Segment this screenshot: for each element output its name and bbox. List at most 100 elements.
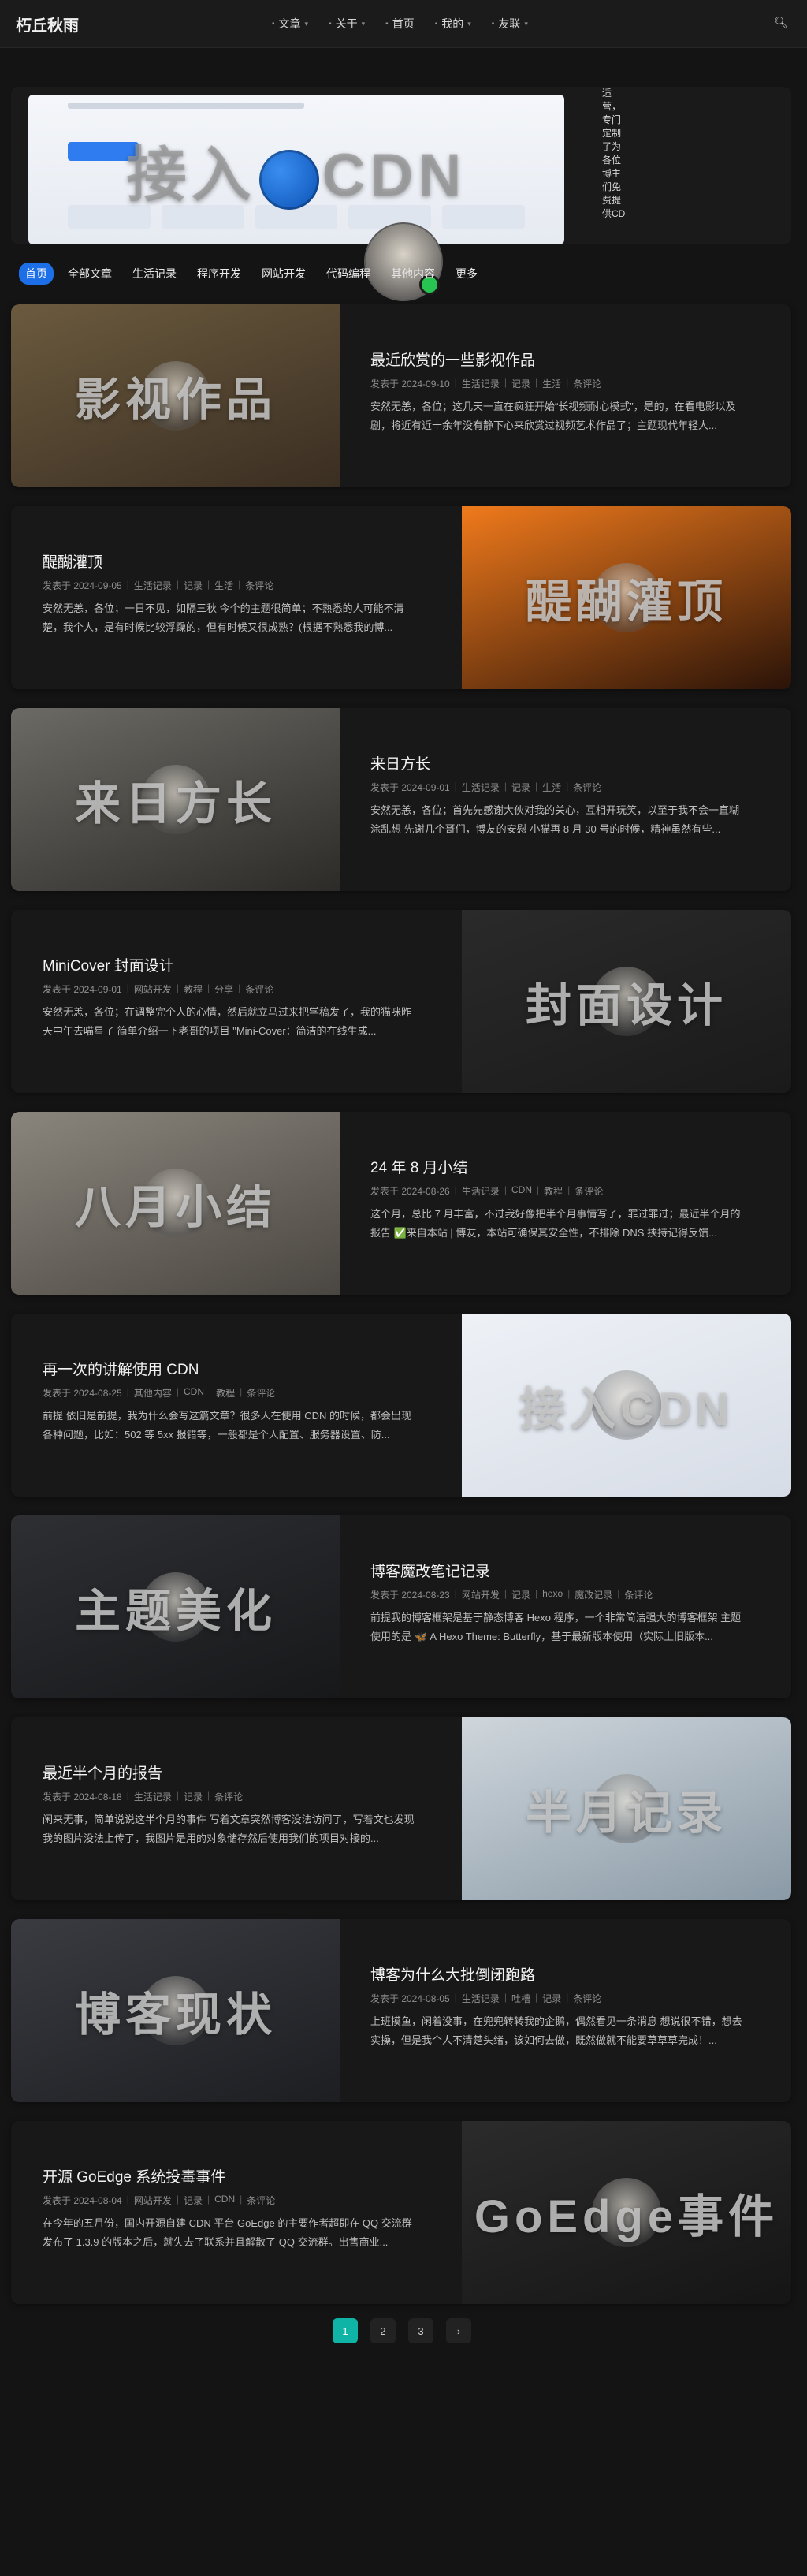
post-meta-item[interactable]: 教程 <box>216 1386 235 1400</box>
post-meta-item[interactable]: 条评论 <box>573 377 601 390</box>
post-title[interactable]: 醍醐灌顶 <box>43 550 102 572</box>
post-cover-image[interactable]: 八月小结 <box>11 1112 340 1295</box>
meta-separator: | <box>535 1588 538 1599</box>
meta-separator: | <box>454 1992 457 2003</box>
post-meta-item[interactable]: CDN <box>511 1184 532 1198</box>
post-meta-item[interactable]: 条评论 <box>573 781 601 794</box>
post-cover-image[interactable]: 影视作品 <box>11 304 340 487</box>
post-card[interactable]: 八月小结 24 年 8 月小结 发表于 2024-08-26 | 生活记录 | CDN | 教程… <box>11 1112 791 1295</box>
post-meta-item[interactable]: 记录 <box>184 1790 203 1803</box>
post-card[interactable]: GoEdge事件 开源 GoEdge 系统投毒事件 发表于 2024-08-04 | 网… <box>11 2121 791 2304</box>
post-cover-image[interactable]: 半月记录 <box>462 1717 791 1900</box>
nav-item-1[interactable]: ▪ 文章 ▾ <box>272 16 308 32</box>
tab-7[interactable]: 其他内容 <box>385 263 441 285</box>
post-card[interactable]: 来日方长 来日方长 发表于 2024-09-01 | 生活记录 | 记录 | 生活 | 条评论 安然无… <box>11 708 791 891</box>
post-meta-item[interactable]: 其他内容 <box>134 1386 172 1400</box>
meta-separator: | <box>454 1184 457 1195</box>
post-card[interactable]: 主题美化 博客魔改笔记记录 发表于 2024-08-23 | 网站开发 | 记录 | hexo |… <box>11 1515 791 1698</box>
tab-8[interactable]: 更多 <box>449 263 484 285</box>
post-cover-image[interactable]: 来日方长 <box>11 708 340 891</box>
tab-2[interactable]: 全部文章 <box>61 263 118 285</box>
post-meta-item[interactable]: 生活 <box>214 579 233 592</box>
post-meta-item[interactable]: 网站开发 <box>134 2194 172 2207</box>
post-meta-item[interactable]: 条评论 <box>245 982 273 996</box>
globe-icon <box>258 149 319 210</box>
post-title[interactable]: 开源 GoEdge 系统投毒事件 <box>43 2165 225 2186</box>
post-meta-item[interactable]: 魔改记录 <box>575 1588 612 1601</box>
post-meta-item[interactable]: 吐槽 <box>511 1992 530 2005</box>
post-cover-image[interactable]: 接入CDN <box>462 1314 791 1497</box>
post-meta-item[interactable]: 条评论 <box>247 2194 275 2207</box>
post-meta-item[interactable]: 分享 <box>214 982 233 996</box>
nav-item-4[interactable]: ▪ 我的 ▾ <box>435 16 471 32</box>
post-meta-item[interactable]: 记录 <box>511 377 530 390</box>
post-meta-item[interactable]: 生活 <box>542 781 561 794</box>
post-meta-item[interactable]: 生活记录 <box>462 1992 500 2005</box>
post-meta-item[interactable]: 教程 <box>184 982 203 996</box>
post-cover-image[interactable]: 博客现状 <box>11 1919 340 2102</box>
post-meta-item[interactable]: 记录 <box>542 1992 561 2005</box>
tab-1[interactable]: 首页 <box>19 263 54 285</box>
post-title[interactable]: 博客为什么大批倒闭跑路 <box>370 1963 535 1985</box>
post-meta-item[interactable]: 记录 <box>511 1588 530 1601</box>
meta-separator: | <box>504 1992 507 2003</box>
author-avatar[interactable] <box>364 222 443 301</box>
page-button-2[interactable]: 2 <box>370 2318 396 2343</box>
post-meta-item[interactable]: 生活记录 <box>462 1184 500 1198</box>
nav-item-2[interactable]: ▪ 关于 ▾ <box>329 16 365 32</box>
post-cover-image[interactable]: 主题美化 <box>11 1515 340 1698</box>
site-title[interactable]: 朽丘秋雨 <box>16 13 79 35</box>
next-page-button[interactable]: › <box>446 2318 471 2343</box>
page-button-1[interactable]: 1 <box>333 2318 358 2343</box>
post-cover-image[interactable]: 醍醐灌顶 <box>462 506 791 689</box>
post-date: 发表于 2024-08-05 <box>370 1993 450 2004</box>
post-card[interactable]: 接入CDN 再一次的讲解使用 CDN 发表于 2024-08-25 | 其他内容 | CDN… <box>11 1314 791 1497</box>
post-meta-item[interactable]: 记录 <box>511 781 530 794</box>
post-meta-item[interactable]: 条评论 <box>247 1386 275 1400</box>
post-meta-item[interactable]: 记录 <box>184 2194 203 2207</box>
search-icon[interactable]: 🔍︎ <box>774 16 788 29</box>
tab-3[interactable]: 生活记录 <box>126 263 183 285</box>
post-meta-item[interactable]: 条评论 <box>214 1790 243 1803</box>
featured-cover-image[interactable]: 接入 CDN <box>28 95 564 244</box>
post-meta-item[interactable]: 条评论 <box>575 1184 603 1198</box>
post-cover-image[interactable]: 封面设计 <box>462 910 791 1093</box>
post-title[interactable]: 24 年 8 月小结 <box>370 1156 468 1177</box>
post-cover-title: 接入CDN <box>519 1384 734 1435</box>
post-title[interactable]: 来日方长 <box>370 752 430 774</box>
featured-post-card[interactable]: 接入 CDN 适营，专门定制了为各位博主们免费提供CD <box>11 87 791 244</box>
post-title[interactable]: 最近欣赏的一些影视作品 <box>370 349 535 370</box>
post-card[interactable]: 半月记录 最近半个月的报告 发表于 2024-08-18 | 生活记录 | 记录 | 条评论 闲来… <box>11 1717 791 1900</box>
post-meta-item[interactable]: 记录 <box>184 579 203 592</box>
nav-item-5[interactable]: ▪ 友联 ▾ <box>492 16 528 32</box>
post-meta-item[interactable]: 网站开发 <box>462 1588 500 1601</box>
post-meta-item[interactable]: 生活记录 <box>134 579 172 592</box>
nav-item-3[interactable]: ▪ 首页 <box>385 16 415 32</box>
post-meta-item[interactable]: 生活记录 <box>134 1790 172 1803</box>
post-meta-item[interactable]: 网站开发 <box>134 982 172 996</box>
post-meta-item[interactable]: CDN <box>184 1386 204 1400</box>
post-title[interactable]: 再一次的讲解使用 CDN <box>43 1358 199 1379</box>
post-title[interactable]: 博客魔改笔记记录 <box>370 1560 490 1581</box>
post-meta-item[interactable]: 生活记录 <box>462 781 500 794</box>
page-button-3[interactable]: 3 <box>408 2318 433 2343</box>
post-meta-item[interactable]: 教程 <box>544 1184 563 1198</box>
post-title[interactable]: MiniCover 封面设计 <box>43 954 174 975</box>
tab-6[interactable]: 代码编程 <box>320 263 377 285</box>
tab-5[interactable]: 网站开发 <box>255 263 312 285</box>
post-card[interactable]: 影视作品 最近欣赏的一些影视作品 发表于 2024-09-10 | 生活记录 | 记录 | 生活… <box>11 304 791 487</box>
meta-separator: | <box>535 781 538 792</box>
post-title[interactable]: 最近半个月的报告 <box>43 1761 162 1783</box>
post-card[interactable]: 封面设计 MiniCover 封面设计 发表于 2024-09-01 | 网站开发 | 教程… <box>11 910 791 1093</box>
post-meta-item[interactable]: 条评论 <box>624 1588 653 1601</box>
post-meta-item[interactable]: 生活记录 <box>462 377 500 390</box>
post-card[interactable]: 醍醐灌顶 醍醐灌顶 发表于 2024-09-05 | 生活记录 | 记录 | 生活 | 条评论 安然无… <box>11 506 791 689</box>
post-cover-image[interactable]: GoEdge事件 <box>462 2121 791 2304</box>
post-meta-item[interactable]: CDN <box>214 2194 235 2207</box>
post-meta-item[interactable]: 生活 <box>542 377 561 390</box>
post-meta-item[interactable]: hexo <box>542 1588 563 1601</box>
post-meta-item[interactable]: 条评论 <box>573 1992 601 2005</box>
post-meta-item[interactable]: 条评论 <box>245 579 273 592</box>
tab-4[interactable]: 程序开发 <box>191 263 247 285</box>
post-card[interactable]: 博客现状 博客为什么大批倒闭跑路 发表于 2024-08-05 | 生活记录 | 吐槽 | 记录… <box>11 1919 791 2102</box>
